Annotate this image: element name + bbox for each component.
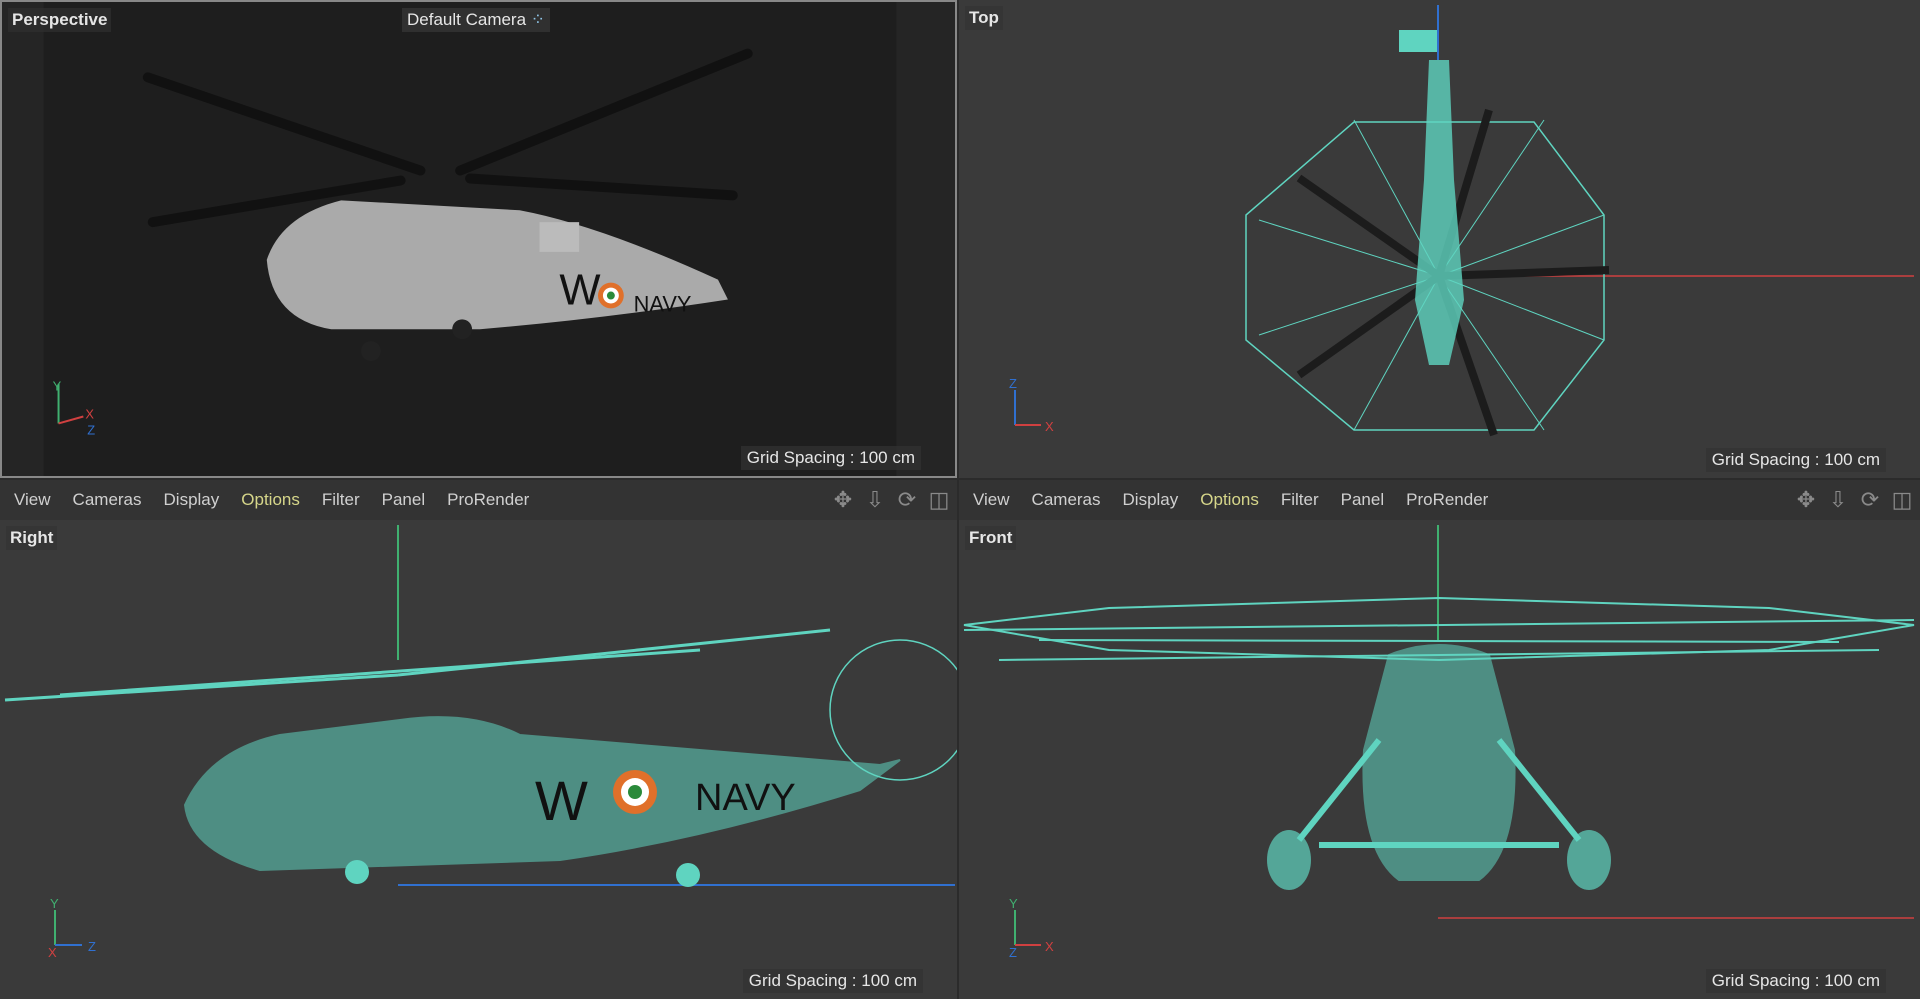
viewport-label: Front [965, 526, 1017, 550]
move-icon[interactable]: ✥ [831, 488, 855, 512]
viewport-perspective[interactable]: W NAVY YXZ Perspective Default Camera ⁘ … [0, 0, 957, 478]
model-letter: W [535, 769, 588, 832]
camera-icon: ⁘ [530, 10, 546, 29]
svg-text:X: X [1045, 419, 1054, 434]
viewport-label: Perspective [8, 8, 112, 32]
menu-cameras[interactable]: Cameras [73, 490, 142, 510]
zoom-icon[interactable]: ⇩ [863, 488, 887, 512]
svg-text:Y: Y [50, 896, 59, 911]
menu-prorender[interactable]: ProRender [1406, 490, 1488, 510]
svg-text:Z: Z [1009, 945, 1017, 960]
model-navy: NAVY [634, 291, 692, 316]
helicopter-wireframe-top: ZX [1009, 5, 1914, 437]
menu-display[interactable]: Display [1123, 490, 1179, 510]
svg-text:X: X [48, 945, 57, 960]
rotate-icon[interactable]: ⟳ [1858, 488, 1882, 512]
svg-text:Z: Z [87, 422, 95, 437]
menu-display[interactable]: Display [164, 490, 220, 510]
camera-selector[interactable]: Default Camera ⁘ [402, 8, 551, 32]
svg-text:X: X [1045, 939, 1054, 954]
grid-spacing: Grid Spacing : 100 cm [1705, 969, 1886, 993]
svg-text:Y: Y [1009, 896, 1018, 911]
maximize-icon[interactable]: ◫ [1890, 488, 1914, 512]
helicopter-wireframe-front: Y X Z [963, 525, 1915, 960]
menu-options[interactable]: Options [241, 490, 300, 510]
svg-text:Y: Y [53, 379, 62, 394]
model-navy: NAVY [695, 777, 796, 819]
menu-prorender[interactable]: ProRender [447, 490, 529, 510]
menu-panel[interactable]: Panel [1341, 490, 1384, 510]
viewport-top[interactable]: ZX Top Grid Spacing : 100 cm [959, 0, 1920, 478]
svg-text:Z: Z [88, 939, 96, 954]
helicopter-wireframe-side: W NAVY Y Z X [4, 525, 957, 960]
grid-spacing: Grid Spacing : 100 cm [742, 969, 923, 993]
menu-view[interactable]: View [973, 490, 1010, 510]
viewport-label: Right [6, 526, 58, 550]
helicopter-render: W NAVY Y XZ [43, 2, 897, 476]
viewport-menu-bar-right: View Cameras Display Options Filter Pane… [959, 480, 1920, 520]
viewport-front[interactable]: Y X Z Front Grid Spacing : 100 cm [959, 520, 1920, 999]
rotate-icon[interactable]: ⟳ [895, 488, 919, 512]
menu-filter[interactable]: Filter [1281, 490, 1319, 510]
menu-options[interactable]: Options [1200, 490, 1259, 510]
model-letter: W [559, 266, 601, 314]
svg-text:X: X [85, 406, 94, 421]
menu-view[interactable]: View [14, 490, 51, 510]
menu-panel[interactable]: Panel [382, 490, 425, 510]
viewport-menu-bar-left: View Cameras Display Options Filter Pane… [0, 480, 957, 520]
grid-spacing: Grid Spacing : 100 cm [740, 446, 921, 470]
grid-spacing: Grid Spacing : 100 cm [1705, 448, 1886, 472]
menu-filter[interactable]: Filter [322, 490, 360, 510]
menu-cameras[interactable]: Cameras [1032, 490, 1101, 510]
zoom-icon[interactable]: ⇩ [1826, 488, 1850, 512]
move-icon[interactable]: ✥ [1794, 488, 1818, 512]
viewport-label: Top [965, 6, 1003, 30]
camera-name: Default Camera [407, 10, 527, 29]
maximize-icon[interactable]: ◫ [927, 488, 951, 512]
viewport-right[interactable]: W NAVY Y Z X Right Grid Spacing : 100 cm [0, 520, 957, 999]
svg-text:Z: Z [1009, 376, 1017, 391]
